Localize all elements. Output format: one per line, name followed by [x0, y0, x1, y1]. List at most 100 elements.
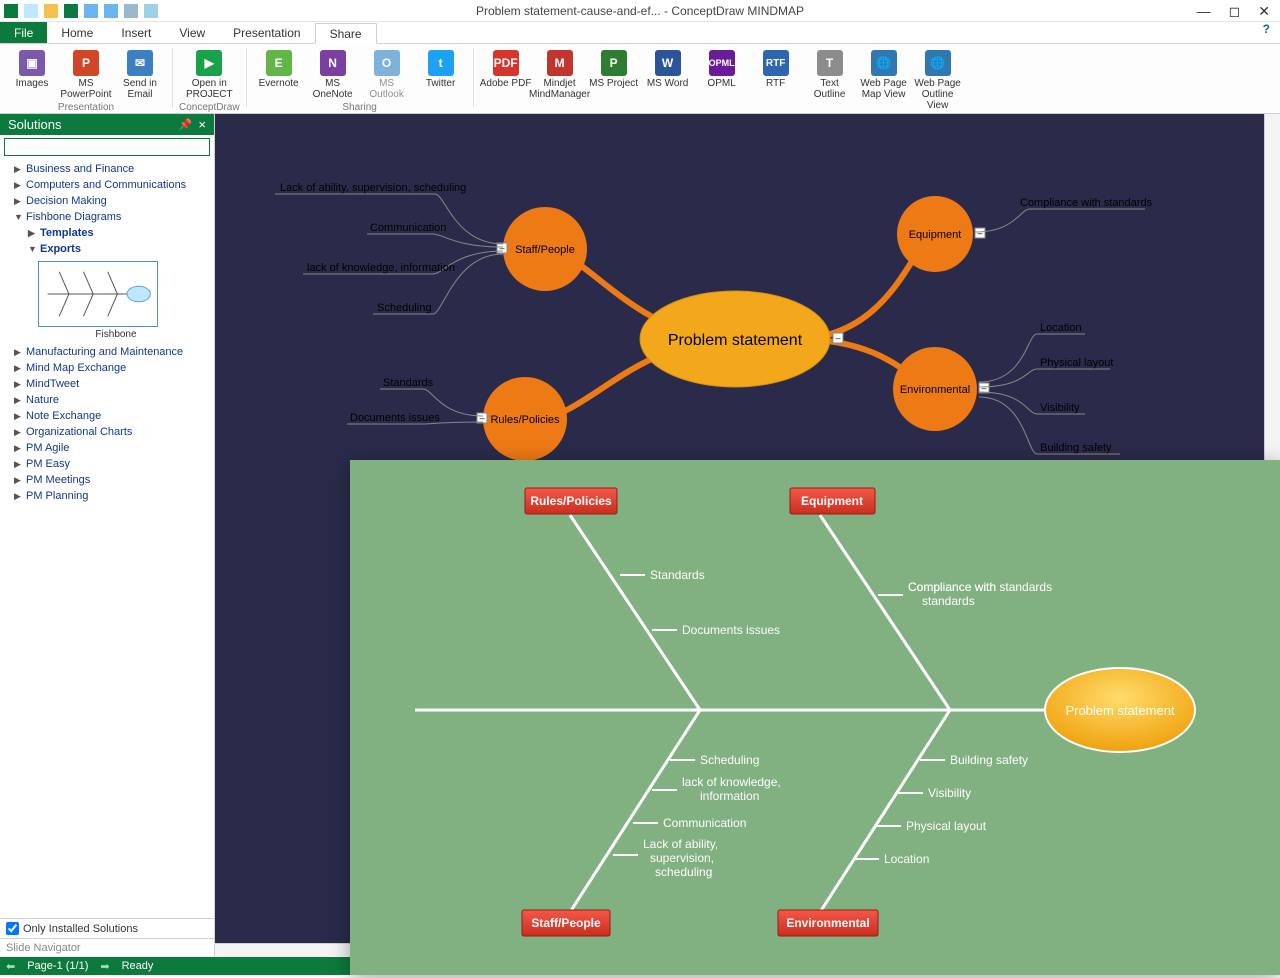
solutions-header: Solutions 📌 × — [0, 114, 214, 135]
ms-powerpoint-button[interactable]: PMS PowerPoint — [60, 48, 112, 102]
ribbon-group-exports: PDFAdobe PDF MMindjet MindManager PMS Pr… — [480, 48, 964, 114]
only-installed-checkbox[interactable]: Only Installed Solutions — [0, 918, 214, 938]
svg-text:Rules/Policies: Rules/Policies — [530, 494, 612, 508]
svg-text:Documents issues: Documents issues — [350, 412, 440, 424]
tree-item[interactable]: ▶Mind Map Exchange — [6, 360, 214, 376]
ribbon-group-conceptdraw: ▶Open in PROJECT ConceptDraw — [179, 48, 240, 114]
ms-onenote-button[interactable]: NMS OneNote — [307, 48, 359, 102]
svg-text:Compliance with standards: Compliance with standards — [1020, 197, 1153, 209]
send-email-button[interactable]: ✉Send in Email — [114, 48, 166, 102]
new-icon[interactable] — [24, 4, 38, 18]
redo-icon[interactable] — [104, 4, 118, 18]
slide-navigator-header[interactable]: Slide Navigator — [0, 938, 214, 957]
svg-text:Problem statement: Problem statement — [668, 332, 803, 349]
tree-item[interactable]: ▶Business and Finance — [6, 161, 214, 177]
help-icon[interactable]: ? — [1253, 22, 1280, 43]
solutions-tree[interactable]: ▶Business and Finance ▶Computers and Com… — [0, 159, 214, 918]
svg-text:scheduling: scheduling — [655, 865, 712, 879]
svg-text:Visibility: Visibility — [1040, 402, 1080, 414]
svg-text:information: information — [700, 789, 759, 803]
open-in-project-button[interactable]: ▶Open in PROJECT — [183, 48, 235, 102]
tree-item[interactable]: ▶Organizational Charts — [6, 424, 214, 440]
images-button[interactable]: ▣Images — [6, 48, 58, 102]
mindjet-button[interactable]: MMindjet MindManager — [534, 48, 586, 113]
webpage-mapview-button[interactable]: 🌐Web Page Map View — [858, 48, 910, 113]
tab-insert[interactable]: Insert — [107, 22, 165, 43]
tree-item[interactable]: ▶MindTweet — [6, 376, 214, 392]
rtf-button[interactable]: RTFRTF — [750, 48, 802, 113]
svg-text:Standards: Standards — [650, 568, 705, 582]
tree-item[interactable]: ▶PM Planning — [6, 488, 214, 504]
svg-text:Location: Location — [884, 852, 929, 866]
solutions-search-input[interactable] — [4, 138, 210, 156]
minimize-button[interactable]: — — [1197, 0, 1211, 22]
file-tab[interactable]: File — [0, 22, 47, 43]
opml-button[interactable]: OPMLOPML — [696, 48, 748, 113]
panel-close-icon[interactable]: × — [198, 117, 206, 132]
save-icon[interactable] — [64, 4, 78, 18]
webpage-outlineview-button[interactable]: 🌐Web Page Outline View — [912, 48, 964, 113]
status-ready: Ready — [122, 960, 154, 972]
svg-text:Communication: Communication — [370, 222, 446, 234]
tree-item[interactable]: ▶PM Agile — [6, 440, 214, 456]
tab-share[interactable]: Share — [315, 23, 377, 44]
svg-text:Rules/Policies: Rules/Policies — [490, 414, 560, 426]
tab-presentation[interactable]: Presentation — [219, 22, 314, 43]
svg-text:Location: Location — [1040, 322, 1082, 334]
tab-view[interactable]: View — [165, 22, 219, 43]
print-icon[interactable] — [124, 4, 138, 18]
svg-text:–: – — [479, 413, 484, 423]
svg-text:Environmental: Environmental — [900, 384, 970, 396]
twitter-button[interactable]: tTwitter — [415, 48, 467, 102]
tree-item-fishbone[interactable]: ▼Fishbone Diagrams — [6, 209, 214, 225]
svg-text:Visibility: Visibility — [928, 786, 971, 800]
evernote-button[interactable]: EEvernote — [253, 48, 305, 102]
svg-text:Problem statement: Problem statement — [1065, 703, 1174, 718]
fishbone-thumbnail[interactable]: Fishbone — [38, 261, 194, 340]
svg-text:Staff/People: Staff/People — [515, 244, 575, 256]
ms-outlook-button[interactable]: OMS Outlook — [361, 48, 413, 102]
svg-text:Compliance with: Compliance with — [908, 580, 996, 594]
tree-item[interactable]: ▶Decision Making — [6, 193, 214, 209]
open-icon[interactable] — [44, 4, 58, 18]
svg-text:Equipment: Equipment — [909, 229, 962, 241]
ms-word-button[interactable]: WMS Word — [642, 48, 694, 113]
svg-text:–: – — [977, 228, 982, 238]
quick-access-toolbar — [0, 4, 158, 18]
next-page-icon[interactable]: ➡ — [100, 960, 109, 973]
tree-item[interactable]: ▶Computers and Communications — [6, 177, 214, 193]
tree-item-exports[interactable]: ▼Exports — [6, 241, 214, 257]
tree-item[interactable]: ▶PM Easy — [6, 456, 214, 472]
maximize-button[interactable]: ◻ — [1229, 0, 1241, 22]
text-outline-button[interactable]: TText Outline — [804, 48, 856, 113]
tab-home[interactable]: Home — [47, 22, 107, 43]
tree-item[interactable]: ▶Manufacturing and Maintenance — [6, 344, 214, 360]
tree-item[interactable]: ▶Nature — [6, 392, 214, 408]
window-title: Problem statement-cause-and-ef... - Conc… — [0, 0, 1280, 22]
ribbon: ▣Images PMS PowerPoint ✉Send in Email Pr… — [0, 44, 1280, 114]
search-icon[interactable] — [144, 4, 158, 18]
svg-text:Standards: Standards — [383, 377, 434, 389]
tree-item[interactable]: ▶Note Exchange — [6, 408, 214, 424]
tree-item[interactable]: ▶PM Meetings — [6, 472, 214, 488]
ribbon-group-sharing: EEvernote NMS OneNote OMS Outlook tTwitt… — [253, 48, 467, 114]
svg-text:lack of knowledge,: lack of knowledge, — [682, 775, 781, 789]
svg-text:Documents issues: Documents issues — [682, 623, 780, 637]
svg-text:Building safety: Building safety — [1040, 442, 1112, 454]
svg-text:Lack of ability, supervision,: Lack of ability, supervision, scheduling — [280, 182, 466, 194]
menu-bar: File Home Insert View Presentation Share… — [0, 22, 1280, 44]
svg-text:–: – — [835, 333, 840, 343]
fishbone-preview: Problem statement Rules/Policies Equipme… — [350, 460, 1280, 975]
svg-text:lack of knowledge, information: lack of knowledge, information — [307, 262, 455, 274]
tree-item-templates[interactable]: ▶Templates — [6, 225, 214, 241]
ms-project-button[interactable]: PMS Project — [588, 48, 640, 113]
pin-icon[interactable]: 📌 — [179, 118, 193, 131]
close-button[interactable]: ✕ — [1258, 0, 1270, 22]
svg-text:Communication: Communication — [663, 816, 746, 830]
title-bar: Problem statement-cause-and-ef... - Conc… — [0, 0, 1280, 22]
prev-page-icon[interactable]: ⬅ — [6, 960, 15, 973]
adobe-pdf-button[interactable]: PDFAdobe PDF — [480, 48, 532, 113]
undo-icon[interactable] — [84, 4, 98, 18]
ribbon-group-presentation: ▣Images PMS PowerPoint ✉Send in Email Pr… — [6, 48, 166, 114]
svg-text:Physical layout: Physical layout — [906, 819, 987, 833]
